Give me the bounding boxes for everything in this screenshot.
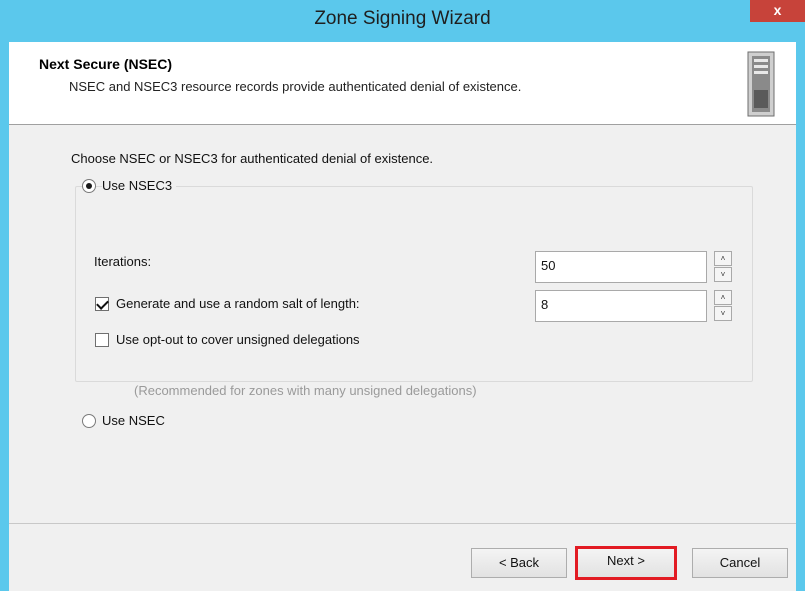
opt-out-note: (Recommended for zones with many unsigne… [134, 383, 477, 398]
opt-out-label: Use opt-out to cover unsigned delegation… [116, 332, 360, 347]
salt-length-up-button[interactable]: ˄ [714, 290, 732, 305]
iterations-input[interactable]: 50 [535, 251, 707, 283]
random-salt-label: Generate and use a random salt of length… [116, 296, 360, 311]
server-icon [747, 51, 775, 117]
back-button[interactable]: < Back [471, 548, 567, 578]
use-nsec-label: Use NSEC [102, 413, 169, 428]
salt-length-down-button[interactable]: ˅ [714, 306, 732, 321]
choice-prompt: Choose NSEC or NSEC3 for authenticated d… [71, 151, 434, 166]
iterations-up-button[interactable]: ˄ [714, 251, 732, 266]
use-nsec3-radio[interactable] [82, 179, 96, 193]
cancel-button[interactable]: Cancel [692, 548, 788, 578]
opt-out-checkbox[interactable] [95, 333, 109, 347]
wizard-window: Zone Signing Wizard x Next Secure (NSEC)… [0, 0, 805, 591]
salt-length-spinner[interactable]: ˄ ˅ [714, 290, 732, 322]
footer-divider [9, 523, 796, 524]
use-nsec3-label: Use NSEC3 [102, 178, 177, 193]
window-title: Zone Signing Wizard [314, 8, 491, 29]
page-title: Next Secure (NSEC) [39, 56, 173, 72]
iterations-label: Iterations: [94, 254, 152, 269]
nsec3-options-group: Iterations: 50 ˄ ˅ Generate and use a ra… [75, 186, 753, 398]
use-nsec-radio[interactable] [82, 414, 96, 428]
iterations-down-button[interactable]: ˅ [714, 267, 732, 282]
close-button[interactable]: x [750, 0, 805, 22]
page-subtitle: NSEC and NSEC3 resource records provide … [69, 79, 522, 94]
wizard-header: Next Secure (NSEC) NSEC and NSEC3 resour… [9, 42, 796, 125]
next-button[interactable]: Next > [575, 546, 677, 580]
wizard-content: Next Secure (NSEC) NSEC and NSEC3 resour… [9, 42, 796, 591]
salt-length-input[interactable]: 8 [535, 290, 707, 322]
random-salt-checkbox[interactable] [95, 297, 109, 311]
title-bar[interactable]: Zone Signing Wizard x [0, 0, 805, 42]
iterations-spinner[interactable]: ˄ ˅ [714, 251, 732, 283]
